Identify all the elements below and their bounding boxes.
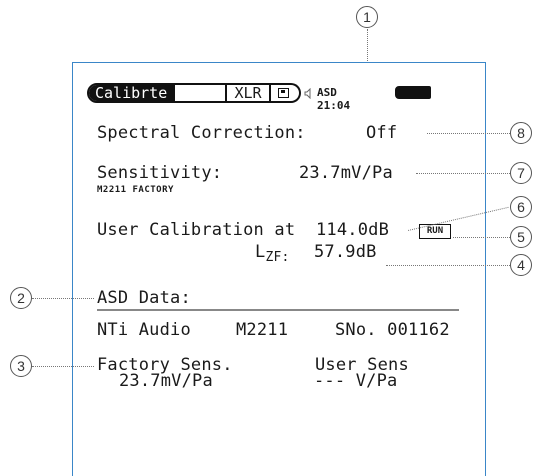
callout-8-leader — [427, 133, 510, 134]
spectral-value[interactable]: Off — [366, 123, 397, 143]
sensitivity-value: 23.7mV/Pa — [299, 163, 393, 183]
asd-model: M2211 — [236, 320, 289, 340]
tab-xlr[interactable]: XLR — [227, 83, 271, 103]
asd-serial: SNo. 001162 — [335, 320, 450, 340]
callout-6: 6 — [510, 196, 532, 218]
user-sens-value: --- V/Pa — [314, 371, 398, 391]
callout-3-leader — [32, 366, 94, 367]
spectral-label: Spectral Correction: — [97, 123, 306, 143]
callout-4: 4 — [510, 254, 532, 276]
lzf-value: 57.9dB — [314, 242, 377, 262]
tab-calibrate-label: Calibrte — [95, 84, 168, 102]
divider — [97, 309, 459, 311]
callout-8: 8 — [510, 122, 532, 144]
asd-maker: NTi Audio — [97, 320, 191, 340]
tab-calibrate[interactable]: Calibrte — [87, 83, 227, 103]
battery-icon — [395, 86, 431, 99]
save-button[interactable] — [271, 83, 301, 103]
sensitivity-label: Sensitivity: — [97, 163, 223, 183]
status-text: ASD 21:04 — [317, 86, 351, 112]
callout-5-leader — [453, 237, 510, 238]
speaker-icon — [304, 88, 311, 99]
callout-7: 7 — [510, 162, 532, 184]
callout-4-leader — [386, 265, 510, 266]
callout-2-leader — [32, 298, 94, 299]
callout-2: 2 — [10, 287, 32, 309]
sensitivity-source: M2211 FACTORY — [97, 185, 174, 195]
top-bar: Calibrte XLR ASD 21:04 — [87, 83, 431, 112]
lzf-label: LZF: — [255, 242, 290, 265]
user-cal-value: 114.0dB — [316, 220, 390, 240]
callout-3: 3 — [10, 355, 32, 377]
user-cal-label: User Calibration at — [97, 220, 296, 240]
device-screen: Calibrte XLR ASD 21:04 Spectral Correcti… — [72, 62, 486, 476]
asd-heading: ASD Data: — [97, 288, 191, 308]
callout-5: 5 — [510, 226, 532, 248]
factory-sens-value: 23.7mV/Pa — [119, 371, 213, 391]
callout-1: 1 — [356, 6, 378, 28]
floppy-icon — [278, 88, 289, 98]
callout-7-leader — [416, 173, 510, 174]
